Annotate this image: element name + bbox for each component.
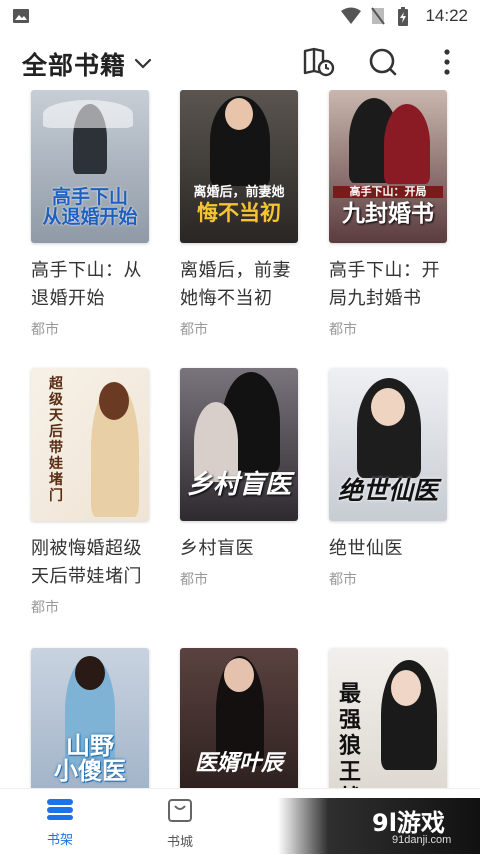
book-cover[interactable]: 绝世仙医 bbox=[329, 368, 447, 521]
cover-text: 山野 小傻医 bbox=[54, 732, 126, 786]
cover-text: 悔不当初 bbox=[197, 201, 281, 225]
book-cover[interactable]: 超级天后带娃堵门 bbox=[31, 368, 149, 521]
book-cover[interactable]: 山野 小傻医 bbox=[31, 648, 149, 788]
header: 全部书籍 bbox=[0, 38, 480, 90]
cover-text-top: 高手下山：开局 bbox=[333, 186, 443, 198]
chevron-down-icon bbox=[134, 55, 152, 74]
book-cover[interactable]: 乡村盲医 bbox=[180, 368, 298, 521]
book-cover[interactable]: 离婚后，前妻她 悔不当初 bbox=[180, 90, 298, 243]
book-item[interactable]: 高手下山：开局 九封婚书 高手下山：开局九封婚书 都市 bbox=[329, 90, 447, 339]
watermark-logo: 9l游戏 bbox=[372, 809, 445, 837]
book-clock-icon bbox=[303, 47, 335, 81]
book-item[interactable]: 乡村盲医 乡村盲医 都市 bbox=[180, 368, 298, 589]
book-cover[interactable]: 高手下山：开局 九封婚书 bbox=[329, 90, 447, 243]
book-cover[interactable]: 最强 狼王战兵 bbox=[329, 648, 447, 788]
bookshelf-grid: 高手下山 从退婚开始 高手下山：从退婚开始 都市 离婚后，前妻她 悔不当初 离婚… bbox=[0, 90, 480, 788]
cover-text: 绝世仙医 bbox=[337, 476, 438, 505]
image-notification-icon bbox=[12, 7, 30, 25]
page-title: 全部书籍 bbox=[22, 51, 127, 80]
title-dropdown[interactable]: 全部书籍 bbox=[22, 46, 152, 82]
reading-history-button[interactable] bbox=[302, 47, 336, 81]
book-category: 都市 bbox=[180, 322, 208, 338]
book-title: 离婚后，前妻她悔不当初 bbox=[180, 260, 291, 309]
nav-tab-bookstore[interactable]: 书城 bbox=[150, 797, 210, 850]
more-options-button[interactable] bbox=[430, 47, 464, 81]
book-item[interactable]: 绝世仙医 绝世仙医 都市 bbox=[329, 368, 447, 589]
book-category: 都市 bbox=[180, 572, 208, 588]
book-category: 都市 bbox=[31, 322, 59, 338]
cover-text: 九封婚书 bbox=[342, 201, 434, 227]
book-item[interactable]: 离婚后，前妻她 悔不当初 离婚后，前妻她悔不当初 都市 bbox=[180, 90, 298, 339]
book-title: 乡村盲医 bbox=[180, 538, 254, 559]
wifi-icon bbox=[341, 7, 362, 25]
book-item[interactable]: 超级天后带娃堵门 刚被悔婚超级天后带娃堵门 都市 bbox=[31, 368, 149, 617]
book-category: 都市 bbox=[329, 322, 357, 338]
book-item[interactable]: 最强 狼王战兵 bbox=[329, 648, 447, 788]
bookshelf-icon bbox=[46, 799, 74, 825]
nav-label: 书城 bbox=[166, 835, 193, 850]
book-cover[interactable]: 高手下山 从退婚开始 bbox=[31, 90, 149, 243]
shopping-bag-icon bbox=[167, 799, 193, 827]
more-vertical-icon bbox=[443, 49, 451, 79]
book-title: 高手下山：从退婚开始 bbox=[31, 260, 142, 309]
nav-label: 书架 bbox=[46, 833, 73, 848]
book-category: 都市 bbox=[31, 600, 59, 616]
status-time: 14:22 bbox=[425, 6, 468, 25]
book-item[interactable]: 高手下山 从退婚开始 高手下山：从退婚开始 都市 bbox=[31, 90, 149, 339]
cover-text: 最强 狼王战兵 bbox=[339, 682, 362, 788]
book-category: 都市 bbox=[329, 572, 357, 588]
book-title: 高手下山：开局九封婚书 bbox=[329, 260, 440, 309]
search-button[interactable] bbox=[366, 47, 400, 81]
book-item[interactable]: 山野 小傻医 bbox=[31, 648, 149, 788]
nav-tab-bookshelf[interactable]: 书架 bbox=[30, 797, 90, 848]
battery-charging-icon bbox=[397, 7, 415, 26]
cover-text: 超级天后带娃堵门 bbox=[49, 376, 63, 504]
status-bar: 14:22 bbox=[0, 0, 480, 32]
cover-text-top: 离婚后，前妻她 bbox=[193, 185, 285, 200]
cover-text: 乡村盲医 bbox=[186, 470, 291, 500]
cover-text: 高手下山 从退婚开始 bbox=[42, 186, 138, 228]
no-signal-icon bbox=[369, 7, 387, 25]
book-item[interactable]: 医婿叶辰 bbox=[180, 648, 298, 788]
watermark-url: 91danji.com bbox=[392, 834, 452, 846]
cover-text: 医婿叶辰 bbox=[194, 751, 283, 776]
book-cover[interactable]: 医婿叶辰 bbox=[180, 648, 298, 788]
book-title: 刚被悔婚超级天后带娃堵门 bbox=[31, 538, 142, 587]
search-icon bbox=[368, 47, 398, 81]
book-title: 绝世仙医 bbox=[329, 538, 403, 559]
